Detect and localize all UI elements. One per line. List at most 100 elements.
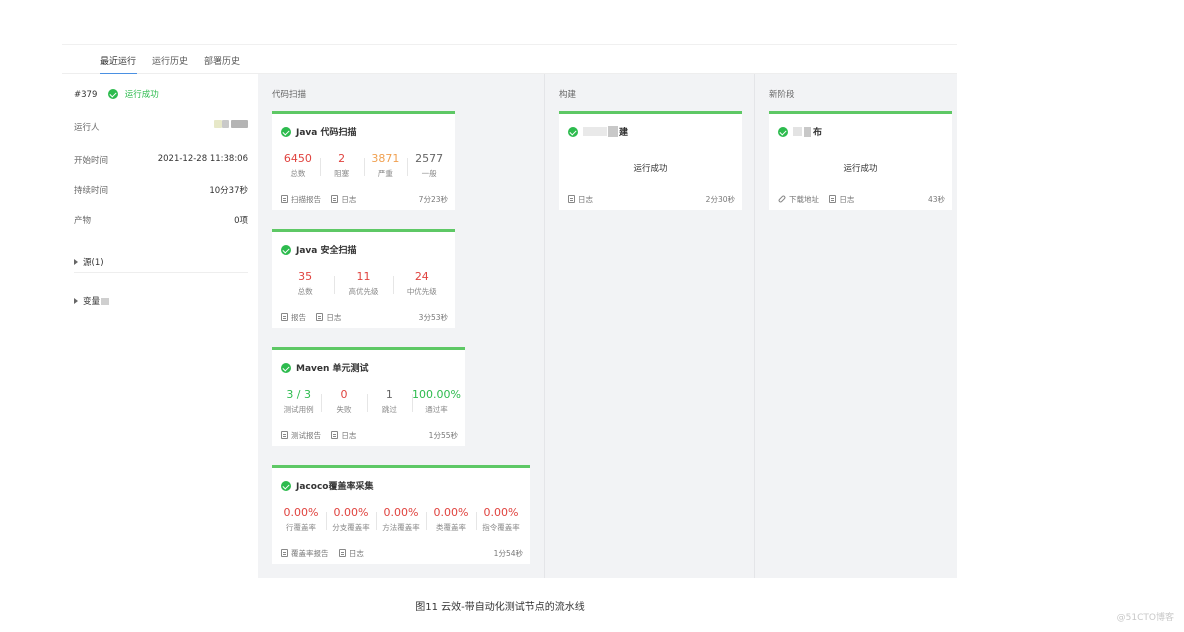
metric-label: 测试用例 (283, 405, 314, 414)
stage-title: 代码扫描 (272, 90, 307, 100)
tab-run-history[interactable]: 运行历史 (152, 54, 188, 67)
stage-code-scan: 代码扫描 Java 代码扫描 6450 总数 2 阻塞 3871 严重 2577 一般 … (258, 74, 544, 578)
report-link[interactable]: 报告 (281, 312, 306, 323)
job-duration: 43秒 (927, 195, 945, 204)
metric-value: 0.00% (383, 506, 419, 519)
job-footer: 扫描报告 日志 7分23秒 (281, 194, 448, 204)
job-card-java-security-scan[interactable]: Java 安全扫描 35 总数 11 高优先级 24 中优先级 报告 日志 3分53秒 (272, 229, 455, 328)
duration-row: 持续时间 10分37秒 (74, 184, 248, 196)
job-name-redacted (608, 126, 618, 137)
metric-label: 高优先级 (348, 287, 379, 296)
run-info-sidebar: #379 运行成功 运行人 开始时间 2021-12-28 11:38:06 持… (62, 74, 258, 578)
runner-avatar-redacted (214, 117, 248, 131)
job-metrics: 6450 总数 2 阻塞 3871 严重 2577 一般 (276, 152, 451, 182)
metric-value: 0.00% (483, 506, 519, 519)
job-metrics: 0.00% 行覆盖率 0.00% 分支覆盖率 0.00% 方法覆盖率 0.00% 类覆盖… (276, 506, 526, 536)
success-check-icon (281, 363, 291, 373)
log-link[interactable]: 日志 (568, 194, 593, 205)
metric: 0.00% 类覆盖率 (426, 506, 476, 536)
metric-value: 100.00% (412, 388, 461, 401)
metric: 0.00% 分支覆盖率 (326, 506, 376, 536)
job-metrics: 35 总数 11 高优先级 24 中优先级 (276, 270, 451, 300)
stage-build: 构建 建 运行成功 日志 2分30秒 (545, 74, 754, 578)
metric: 0.00% 方法覆盖率 (376, 506, 426, 536)
metric-value: 1 (385, 388, 393, 401)
variables-label: 变量 (83, 297, 101, 307)
caret-right-icon (74, 259, 78, 265)
metric: 0.00% 指令覆盖率 (476, 506, 526, 536)
download-link[interactable]: 下载地址 (777, 194, 819, 205)
log-link[interactable]: 日志 (829, 194, 854, 205)
document-icon (281, 313, 288, 321)
run-status: 运行成功 (124, 90, 159, 100)
job-card-deploy[interactable]: 布 运行成功 下载地址 日志 43秒 (769, 111, 952, 210)
metric-label: 失败 (336, 405, 352, 414)
job-name-redacted (583, 127, 607, 136)
success-check-icon (281, 481, 291, 491)
log-link[interactable]: 日志 (331, 194, 356, 205)
job-duration: 2分30秒 (705, 195, 735, 204)
document-icon (331, 195, 339, 203)
job-title: Java 代码扫描 (281, 125, 357, 138)
job-card-jacoco-coverage[interactable]: Jacoco覆盖率采集 0.00% 行覆盖率 0.00% 分支覆盖率 0.00% 方法… (272, 465, 530, 564)
job-title: 布 (778, 125, 822, 138)
log-link[interactable]: 日志 (338, 548, 364, 559)
artifact-row: 产物 0项 (74, 214, 248, 226)
metric: 0.00% 行覆盖率 (276, 506, 326, 536)
metric: 35 总数 (276, 270, 334, 300)
success-check-icon (281, 245, 291, 255)
job-duration: 1分55秒 (428, 431, 458, 440)
metric-label: 指令覆盖率 (482, 523, 520, 532)
job-duration: 3分53秒 (418, 313, 448, 322)
start-time-label: 开始时间 (74, 156, 109, 166)
caret-right-icon (74, 298, 78, 304)
watermark: @51CTO博客 (1116, 613, 1174, 623)
job-card-maven-unit-test[interactable]: Maven 单元测试 3 / 3 测试用例 0 失败 1 跳过 100.00% 通过率 … (272, 347, 465, 446)
start-time-value: 2021-12-28 11:38:06 (157, 154, 248, 164)
job-name-redacted (804, 127, 811, 137)
metric: 24 中优先级 (392, 270, 451, 300)
metric-label: 总数 (290, 169, 306, 178)
variables-expander[interactable]: 变量 (74, 295, 248, 307)
pipeline-panel: 最近运行 运行历史 部署历史 #379 运行成功 运行人 开始时间 2021-1… (62, 44, 957, 578)
runner-label: 运行人 (74, 123, 100, 133)
metric-value: 24 (414, 270, 429, 283)
stage-new: 新阶段 布 运行成功 下载地址 日志 43秒 (755, 74, 957, 578)
tab-deploy-history[interactable]: 部署历史 (204, 54, 240, 67)
duration-label: 持续时间 (74, 186, 109, 196)
log-link[interactable]: 日志 (316, 312, 341, 323)
tab-recent-runs[interactable]: 最近运行 (100, 54, 136, 67)
variables-redacted (101, 298, 110, 305)
job-status: 运行成功 (633, 164, 668, 174)
document-icon (316, 313, 324, 321)
job-footer: 下载地址 日志 43秒 (777, 194, 945, 205)
document-icon (281, 549, 288, 557)
metric-label: 跳过 (381, 405, 397, 414)
scan-report-link[interactable]: 扫描报告 (281, 194, 321, 205)
metric-value: 0.00% (333, 506, 369, 519)
job-title: Java 安全扫描 (281, 243, 357, 256)
run-number: #379 (74, 90, 98, 100)
job-card-build[interactable]: 建 运行成功 日志 2分30秒 (559, 111, 742, 210)
metric: 3 / 3 测试用例 (276, 388, 321, 418)
metric-label: 分支覆盖率 (332, 523, 370, 532)
metric-label: 通过率 (425, 405, 448, 414)
metric-label: 中优先级 (406, 287, 437, 296)
document-icon (281, 195, 288, 203)
metric-value: 35 (298, 270, 313, 283)
source-expander[interactable]: 源(1) (74, 256, 248, 268)
job-card-java-code-scan[interactable]: Java 代码扫描 6450 总数 2 阻塞 3871 严重 2577 一般 扫描报告 … (272, 111, 455, 210)
metric-value: 0.00% (433, 506, 469, 519)
test-report-link[interactable]: 测试报告 (281, 430, 321, 441)
log-link[interactable]: 日志 (331, 430, 356, 441)
coverage-report-link[interactable]: 覆盖率报告 (281, 548, 329, 559)
runner-row: 运行人 (74, 120, 248, 133)
job-footer: 覆盖率报告 日志 1分54秒 (281, 548, 523, 558)
metric-value: 0.00% (283, 506, 319, 519)
stage-title: 构建 (559, 90, 577, 100)
artifact-count-link[interactable]: 0项 (234, 214, 248, 226)
metric: 11 高优先级 (334, 270, 392, 300)
metric: 3871 严重 (363, 152, 408, 182)
figure-caption: 图11 云效-带自动化测试节点的流水线 (415, 602, 585, 613)
job-footer: 日志 2分30秒 (568, 194, 735, 204)
